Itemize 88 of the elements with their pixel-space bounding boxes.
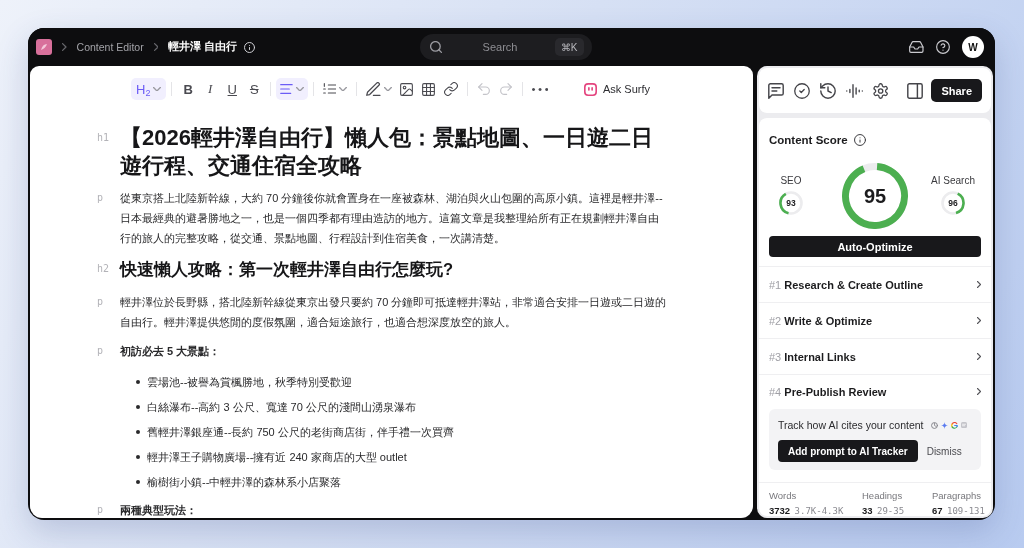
document-title: 【2026輕井澤自由行】懶人包：景點地圖、一日遊二日遊行程、交通住宿全攻略 (120, 124, 654, 180)
shortcut-key: ⌘K (554, 38, 584, 56)
block-type-label: h2 (97, 262, 111, 276)
stat-label: Words (769, 489, 798, 502)
bullet-icon (136, 479, 140, 484)
face-tile-icon (583, 82, 597, 96)
stat-range: 29-35 (877, 506, 905, 516)
chevron-right-icon (977, 388, 981, 395)
stat-value: 33 (862, 505, 873, 516)
card-title: Content Score (769, 133, 848, 148)
list-item: 輕井澤王子購物廣場--擁有近 240 家商店的大型 outlet (147, 449, 407, 465)
step-item[interactable]: #4 Pre-Publish Review (759, 374, 991, 408)
image-icon (400, 82, 414, 96)
step-item[interactable]: #3 Internal Links (759, 338, 991, 374)
dismiss-button[interactable]: Dismiss (926, 445, 962, 457)
inbox-icon[interactable] (909, 41, 924, 53)
list-item: 榆樹街小鎮--中輕井澤的森林系小店聚落 (147, 474, 342, 490)
stat-value: 67 (932, 505, 943, 516)
block-type-label: p (97, 503, 105, 517)
bullet-icon (136, 404, 140, 409)
breadcrumb-current: 輕井澤 自由行 (168, 40, 238, 54)
list-item: 舊輕井澤銀座通--長約 750 公尺的老街商店街，伴手禮一次買齊 (147, 424, 454, 440)
link-icon (443, 82, 458, 96)
callout-text: Track how AI cites your content (778, 418, 924, 433)
step-item[interactable]: #1 Research & Create Outline (759, 266, 991, 302)
block-type-label: p (97, 191, 105, 205)
add-prompt-button[interactable]: Add prompt to AI Tracker (778, 440, 918, 462)
stat-label: Paragraphs (932, 489, 983, 502)
score-label: SEO (780, 174, 802, 187)
stat-value: 3732 (769, 505, 791, 516)
align-dropdown[interactable] (276, 78, 308, 100)
heading-level-dropdown[interactable]: H$_{2}$ (131, 78, 167, 100)
block-type-label: p (97, 344, 105, 358)
waveform-icon[interactable] (846, 83, 864, 98)
more-icon (531, 87, 548, 91)
help-icon[interactable] (936, 40, 950, 54)
score-value: 93 (786, 198, 796, 208)
tile-icon (960, 422, 967, 428)
section-heading: 快速懶人攻略：第一次輕井澤自由行怎麼玩? (120, 259, 455, 280)
settings-icon[interactable] (873, 82, 889, 99)
italic-button[interactable]: I (199, 78, 222, 100)
align-icon (280, 84, 294, 94)
list-item: 雲場池--被譽為賞楓勝地，秋季特別受歡迎 (147, 374, 353, 390)
chevron-right-icon (153, 43, 159, 51)
bullet-icon (136, 429, 140, 434)
ask-surfy-button[interactable]: Ask Surfy (581, 78, 652, 100)
share-button[interactable]: Share (931, 79, 982, 102)
stat-label: Headings (862, 489, 904, 502)
step-item[interactable]: #2 Write & Optimize (759, 302, 991, 338)
pen-icon (366, 82, 381, 96)
block-type-label: h1 (97, 131, 111, 145)
list-item: 白絲瀑布--高約 3 公尺、寬達 70 公尺的淺間山湧泉瀑布 (147, 399, 416, 415)
paragraph: 輕井澤位於長野縣，搭北陸新幹線從東京出發只要約 70 分鐘即可抵達輕井澤站，非常適合安排一日遊或二日遊的自由行。輕井澤提供悠閒的度假氛圍，適合短途旅行，也適合想深度放空的旅人。 (120, 295, 668, 330)
stat-range: 109-131 (947, 506, 985, 516)
search-icon (429, 41, 442, 53)
chevron-right-icon (977, 281, 981, 288)
breadcrumb-link[interactable]: Content Editor (76, 41, 144, 53)
sparkle-icon (940, 421, 948, 429)
history-icon[interactable] (820, 82, 836, 99)
user-avatar[interactable]: W (962, 36, 984, 58)
numbered-list-icon (323, 83, 337, 95)
chevron-right-icon (977, 317, 981, 324)
info-icon[interactable] (853, 134, 866, 146)
table-icon (422, 82, 436, 96)
paragraph: 初訪必去 5 大景點： (120, 344, 222, 359)
bullet-icon (136, 454, 140, 459)
auto-optimize-button[interactable]: Auto-Optimize (769, 236, 981, 257)
score-value: 96 (948, 198, 958, 208)
undo-icon (477, 83, 490, 95)
block-type-label: p (97, 295, 105, 309)
chevron-right-icon (62, 43, 67, 51)
comment-icon[interactable] (768, 82, 784, 99)
clock-icon (930, 421, 938, 429)
redo-icon (499, 83, 512, 95)
bold-button[interactable]: B (177, 78, 200, 100)
underline-button[interactable]: U (221, 78, 244, 100)
score-label: AI Search (931, 174, 975, 187)
bullet-icon (136, 379, 140, 384)
multicolor-ring-icon (950, 421, 958, 429)
chevron-right-icon (977, 353, 981, 360)
paragraph: 兩種典型玩法： (120, 503, 198, 518)
check-circle-icon[interactable] (794, 82, 810, 99)
paragraph: 從東京搭上北陸新幹線，大約 70 分鐘後你就會置身在一座被森林、湖泊與火山包圍的高原小鎮。這裡是輕井澤--日本最經典的避暑勝地之一，也是一個四季都有理由造訪的地方。這篇文章是我整理給所有正在規劃輕井澤自由行的旅人的完整攻略，從交通、景點地圖、行程設計到住宿美食，一次講清楚。 (120, 191, 664, 246)
app-logo-icon[interactable] (36, 39, 52, 55)
stat-range: 3.7K-4.3K (794, 506, 844, 516)
panel-icon[interactable] (907, 82, 924, 99)
score-value: 95 (863, 186, 887, 206)
strikethrough-button[interactable]: S (243, 78, 266, 100)
